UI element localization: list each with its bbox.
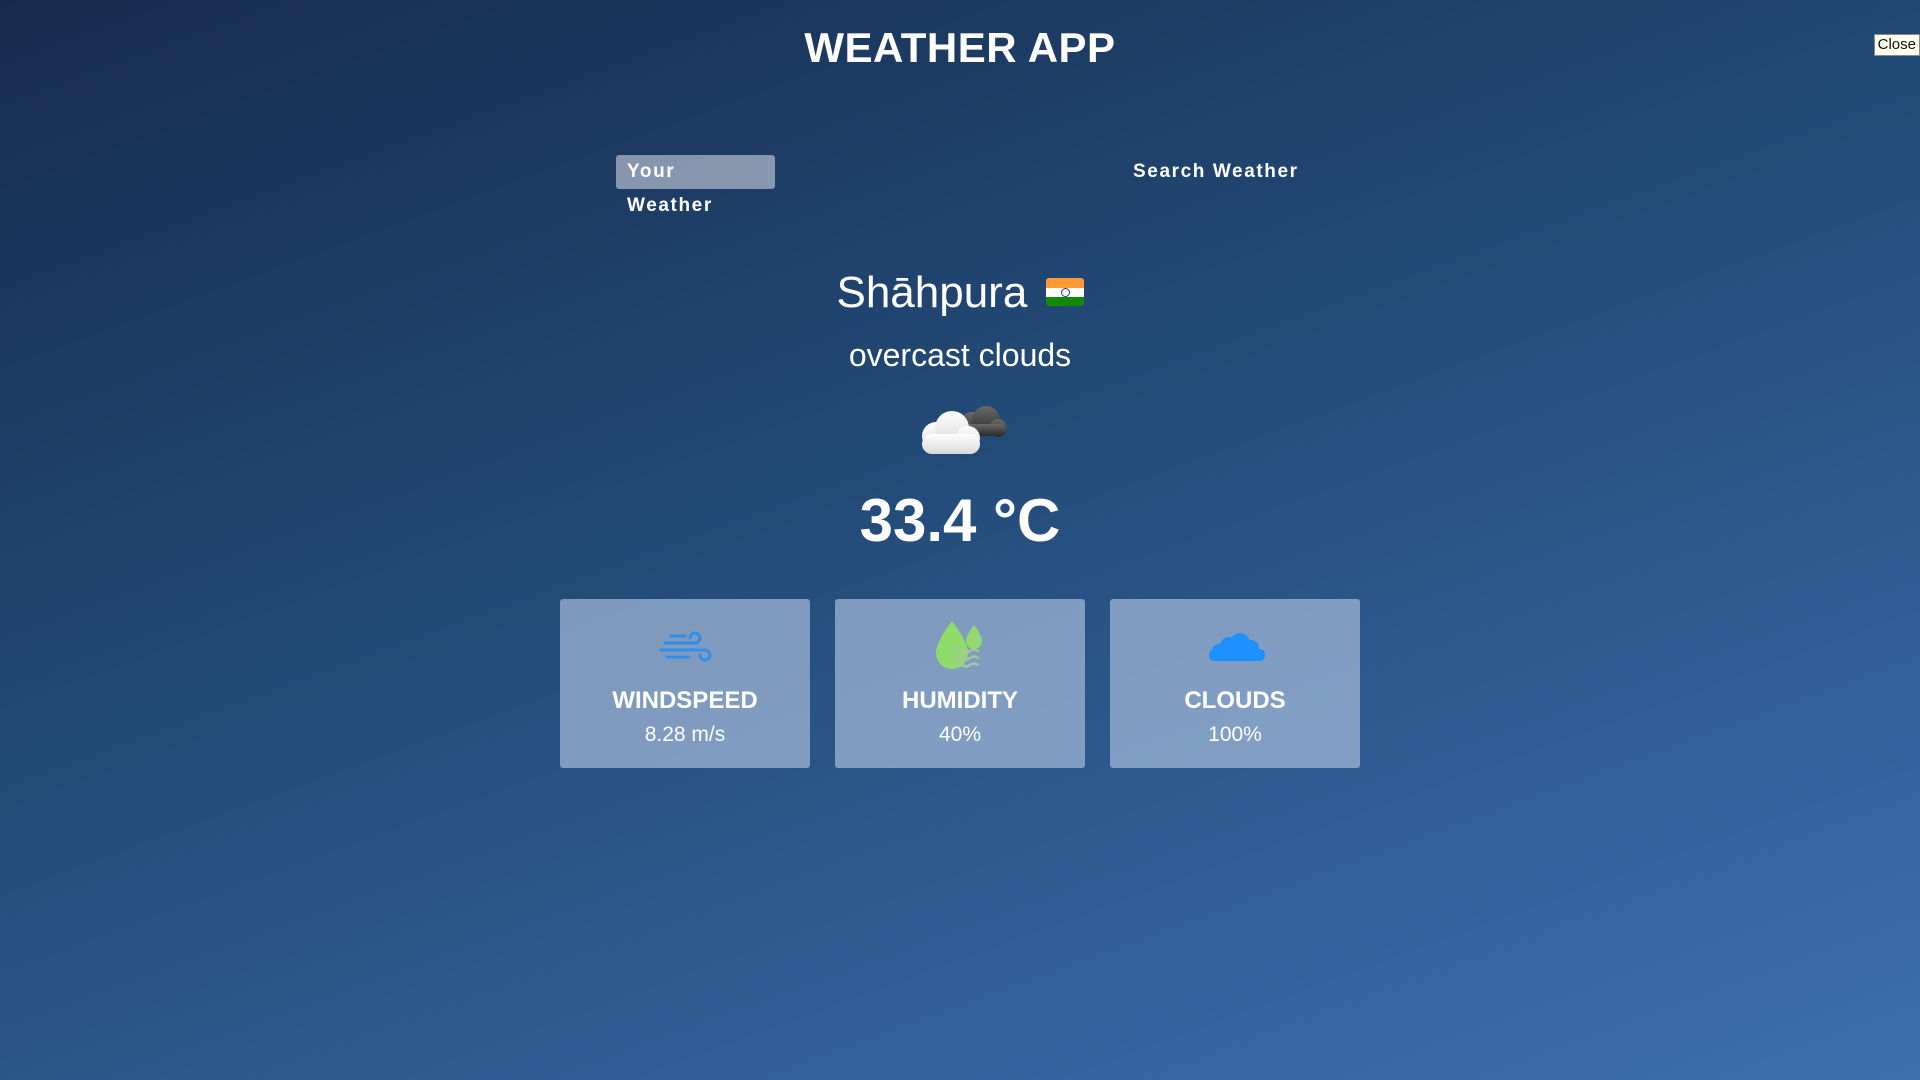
cloud-icon [1205,619,1265,675]
humidity-card: HUMIDITY 40% [835,599,1085,768]
humidity-value: 40% [938,723,982,746]
windspeed-value: 8.28 m/s [644,723,726,746]
city-name: Shāhpura [836,268,1028,317]
temperature-value: 33.4 °C [859,487,1061,554]
tab-bar: Your Weather Search Weather [0,155,1920,216]
app-title: WEATHER APP [804,24,1116,71]
india-flag-icon [1045,278,1084,307]
windspeed-card: WINDSPEED 8.28 m/s [560,599,810,768]
humidity-drops-icon [930,619,990,675]
weather-description: overcast clouds [848,337,1072,373]
humidity-label: HUMIDITY [902,687,1018,714]
clouds-value: 100% [1208,723,1262,746]
windspeed-label: WINDSPEED [612,687,758,714]
tab-your-weather[interactable]: Your Weather [616,155,775,216]
tab-search-weather[interactable]: Search Weather [1122,155,1326,189]
clouds-label: CLOUDS [1184,687,1286,714]
weather-stats: WINDSPEED 8.28 m/s HUMIDITY 40% CLOUDS 1… [560,599,1360,769]
clouds-card: CLOUDS 100% [1110,599,1360,768]
location-heading: Shāhpura [0,268,1920,318]
overcast-clouds-icon [910,398,1010,462]
wind-icon [655,619,715,675]
